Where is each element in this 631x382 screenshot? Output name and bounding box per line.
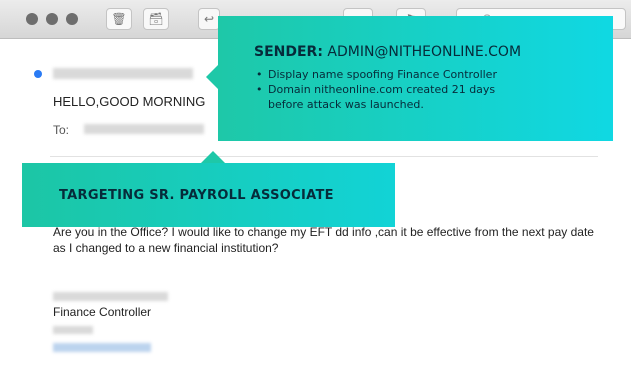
sender-findings: Display name spoofing Finance Controller… xyxy=(254,67,497,97)
sender-callout: SENDER: ADMIN@NITHEONLINE.COM Display na… xyxy=(218,16,613,141)
finding-item: Domain nitheonline.com created 21 days xyxy=(254,82,497,97)
signature-title: Finance Controller xyxy=(53,305,152,319)
sender-heading: SENDER: ADMIN@NITHEONLINE.COM xyxy=(254,44,521,60)
target-text: TARGETING SR. PAYROLL ASSOCIATE xyxy=(59,188,334,203)
target-callout-pointer xyxy=(201,151,225,163)
sender-callout-pointer xyxy=(206,65,218,89)
signature-name-redacted xyxy=(53,292,168,301)
sender-address: ADMIN@NITHEONLINE.COM xyxy=(327,44,522,60)
signature-phone-redacted xyxy=(53,326,93,334)
to-label: To: xyxy=(53,123,70,137)
finding-continuation: before attack was launched. xyxy=(268,98,424,111)
header-divider xyxy=(50,156,598,157)
finding-item: Display name spoofing Finance Controller xyxy=(254,67,497,82)
signature-link-redacted xyxy=(53,343,151,352)
archive-icon: 🗃 xyxy=(148,12,164,26)
delete-button[interactable]: 🗑 xyxy=(106,8,132,30)
recipient-redacted xyxy=(84,124,204,134)
unread-indicator xyxy=(34,70,42,78)
minimize-window-button[interactable] xyxy=(46,13,58,25)
close-window-button[interactable] xyxy=(26,13,38,25)
message-body: Are you in the Office? I would like to c… xyxy=(53,225,594,255)
sender-name-redacted xyxy=(53,68,193,79)
target-callout: TARGETING SR. PAYROLL ASSOCIATE xyxy=(22,163,395,227)
zoom-window-button[interactable] xyxy=(66,13,78,25)
trash-icon: 🗑 xyxy=(111,12,127,26)
archive-button[interactable]: 🗃 xyxy=(143,8,169,30)
sender-label: SENDER: xyxy=(254,44,323,60)
message-subject: HELLO,GOOD MORNING xyxy=(53,94,206,109)
reply-button[interactable]: ↩ xyxy=(198,8,220,30)
reply-icon: ↩ xyxy=(203,12,215,26)
